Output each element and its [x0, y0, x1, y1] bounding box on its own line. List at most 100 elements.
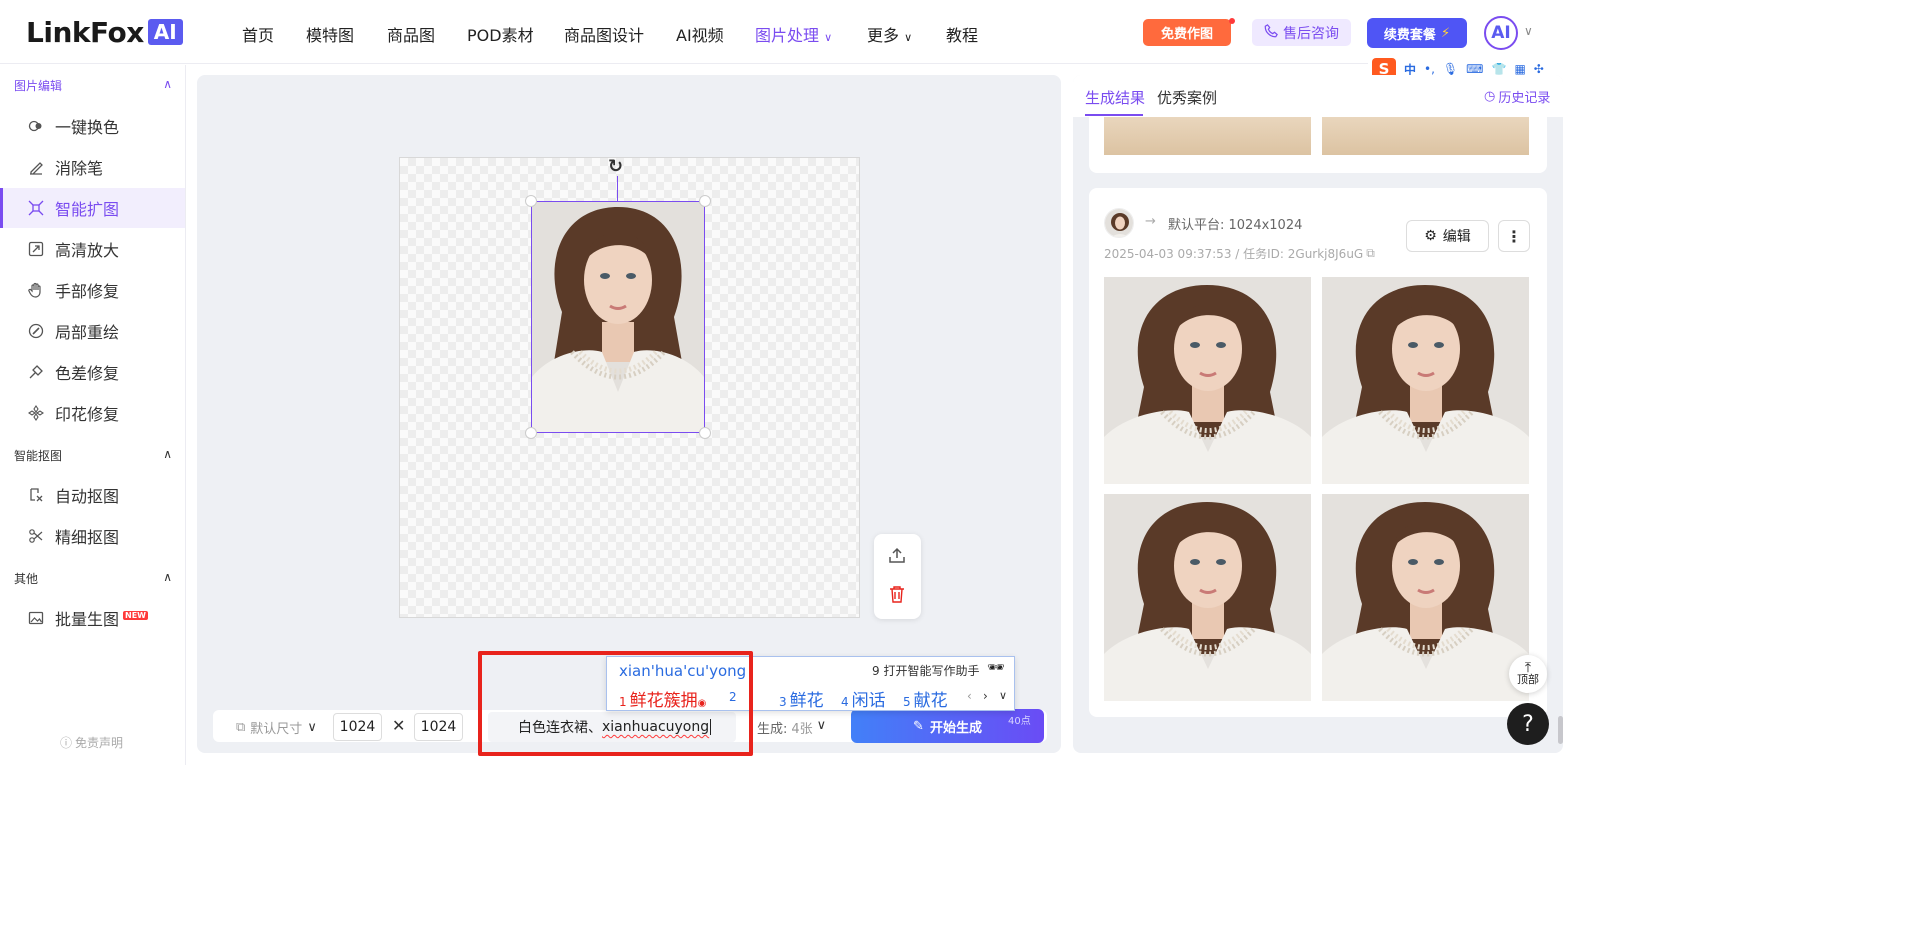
upscale-icon — [27, 240, 45, 258]
free-create-button[interactable]: 免费作图 — [1143, 19, 1231, 46]
sidebar-section-image-edit[interactable]: 图片编辑 ∧ — [14, 77, 172, 94]
magic-wand-icon: ✎ — [913, 718, 924, 734]
ime-assistant-icon[interactable]: 🕶 — [987, 660, 1005, 676]
upload-icon[interactable] — [888, 546, 906, 568]
portrait-image — [532, 202, 704, 432]
expand-icon — [27, 199, 45, 217]
previous-result-thumb[interactable] — [1322, 117, 1529, 155]
scrollbar[interactable] — [1558, 716, 1563, 744]
sidebar-item-smart-expand[interactable]: 智能扩图 — [0, 188, 185, 228]
nav-product-design[interactable]: 商品图设计 — [564, 22, 644, 46]
generate-count-value: 4张 — [791, 722, 813, 737]
after-sales-button[interactable]: 售后咨询 — [1252, 19, 1351, 46]
tab-underline — [1085, 114, 1143, 116]
sidebar-item-auto-cutout[interactable]: 自动抠图 — [0, 475, 185, 515]
resize-handle-bl[interactable] — [525, 427, 537, 439]
auto-cutout-icon — [27, 486, 45, 504]
disclaimer-link[interactable]: ⓘ 免责声明 — [60, 734, 123, 751]
section-title: 智能抠图 — [14, 449, 63, 463]
sidebar-item-print-fix[interactable]: 印花修复 — [0, 393, 185, 433]
height-input[interactable]: 1024 — [414, 713, 463, 741]
sidebar-item-label: 色差修复 — [55, 364, 120, 383]
result-thumb[interactable] — [1322, 277, 1529, 484]
nav-ai-video[interactable]: AI视频 — [676, 22, 724, 46]
logo[interactable]: LinkFox AI — [26, 15, 183, 49]
nav-home[interactable]: 首页 — [242, 22, 274, 46]
result-thumb[interactable] — [1104, 494, 1311, 701]
renew-plan-button[interactable]: 续费套餐 ⚡ — [1367, 18, 1467, 48]
size-select[interactable]: ⧉ 默认尺寸 ∨ — [236, 718, 317, 737]
eraser-pen-icon — [27, 158, 45, 176]
nav-pod[interactable]: POD素材 — [467, 22, 534, 46]
history-link[interactable]: ◷ 历史记录 — [1484, 87, 1550, 106]
skin-icon[interactable]: 👕 — [1491, 62, 1506, 76]
result-platform: 默认平台: 1024x1024 — [1168, 218, 1303, 233]
ime-next-icon[interactable]: › — [983, 689, 988, 703]
sidebar-item-hand-fix[interactable]: 手部修复 — [0, 270, 185, 310]
sidebar-item-color-swap[interactable]: 一键换色 — [0, 106, 185, 146]
nav-product-image[interactable]: 商品图 — [387, 22, 435, 46]
disclaimer-label: 免责声明 — [75, 736, 124, 750]
app-root: LinkFox AI 首页 模特图 商品图 POD素材 商品图设计 AI视频 图… — [0, 0, 1568, 765]
width-input[interactable]: 1024 — [333, 713, 382, 741]
new-badge: NEW — [123, 610, 148, 620]
edit-button[interactable]: ⚙ 编辑 — [1406, 220, 1489, 252]
grid-icon[interactable]: ▦ — [1514, 62, 1525, 76]
previous-result-thumb[interactable] — [1104, 117, 1311, 155]
delete-icon[interactable] — [889, 585, 905, 607]
result-meta-text: 2025-04-03 09:37:53 / 任务ID: 2Gurkj8J6uG — [1104, 247, 1364, 261]
ime-prev-icon[interactable]: ‹ — [967, 689, 972, 703]
resize-handle-tr[interactable] — [699, 195, 711, 207]
resize-handle-br[interactable] — [699, 427, 711, 439]
settings-icon[interactable]: ✣ — [1534, 62, 1544, 76]
ime-candidate-3[interactable]: 3 鲜花 — [779, 686, 824, 711]
color-fix-icon — [27, 363, 45, 381]
more-options-button[interactable]: ⋮ — [1498, 220, 1530, 252]
history-label: 历史记录 — [1498, 91, 1551, 106]
sidebar-item-inpaint[interactable]: 局部重绘 — [0, 311, 185, 351]
generate-count-select[interactable]: 生成: 4张 ∨ — [757, 718, 826, 737]
sidebar-item-label: 高清放大 — [55, 241, 120, 260]
nav-more[interactable]: 更多 ∨ — [867, 22, 912, 46]
rotate-icon[interactable]: ↻ — [608, 156, 623, 177]
notification-dot — [1229, 18, 1235, 24]
sidebar-item-upscale[interactable]: 高清放大 — [0, 229, 185, 269]
chevron-down-icon[interactable]: ∨ — [1524, 24, 1533, 38]
ime-candidate-5[interactable]: 5 献花 — [903, 686, 948, 711]
nav-tutorial[interactable]: 教程 — [946, 22, 978, 46]
tab-cases[interactable]: 优秀案例 — [1157, 87, 1217, 108]
sidebar-item-label: 消除笔 — [55, 159, 104, 178]
microphone-icon[interactable]: 🎙 — [1443, 62, 1458, 76]
sidebar-section-cutout[interactable]: 智能抠图 ∧ — [14, 447, 172, 464]
phone-icon — [1264, 23, 1278, 42]
ime-candidate-text: 献花 — [913, 691, 948, 711]
sidebar-item-fine-cutout[interactable]: 精细抠图 — [0, 516, 185, 556]
size-icon: ⧉ — [236, 720, 246, 735]
ime-punct-toggle[interactable]: •, — [1424, 62, 1435, 76]
source-image[interactable] — [531, 201, 705, 433]
logo-word: LinkFox — [26, 15, 144, 49]
result-thumb[interactable] — [1322, 494, 1529, 701]
nav-image-processing[interactable]: 图片处理 ∨ — [755, 22, 832, 46]
ime-expand-icon[interactable]: ∨ — [999, 689, 1007, 702]
sidebar-item-color-fix[interactable]: 色差修复 — [0, 352, 185, 392]
sidebar-item-batch-image[interactable]: 批量生图 NEW — [0, 598, 185, 638]
chevron-up-icon: ∧ — [163, 447, 172, 461]
sidebar-item-label: 批量生图 — [55, 610, 120, 629]
rotate-handle-line — [617, 176, 618, 201]
sidebar-section-other[interactable]: 其他 ∧ — [14, 570, 172, 587]
chevron-down-icon: ∨ — [307, 720, 317, 735]
result-thumb[interactable] — [1104, 277, 1311, 484]
keyboard-icon[interactable]: ⌨ — [1466, 62, 1483, 76]
ime-candidate-4[interactable]: 4 闲话 — [841, 686, 886, 711]
tab-results[interactable]: 生成结果 — [1085, 87, 1145, 108]
nav-model[interactable]: 模特图 — [306, 22, 354, 46]
sidebar-item-eraser[interactable]: 消除笔 — [0, 147, 185, 187]
ime-writing-assistant[interactable]: 9 打开智能写作助手 — [872, 662, 979, 679]
copy-icon[interactable]: ⧉ — [1366, 246, 1375, 261]
resize-handle-tl[interactable] — [525, 195, 537, 207]
user-avatar[interactable]: AI — [1484, 16, 1518, 50]
start-generate-label: 开始生成 — [929, 720, 982, 736]
help-button[interactable]: ? — [1507, 703, 1549, 745]
back-to-top-button[interactable]: ⤒ 顶部 — [1509, 655, 1547, 693]
